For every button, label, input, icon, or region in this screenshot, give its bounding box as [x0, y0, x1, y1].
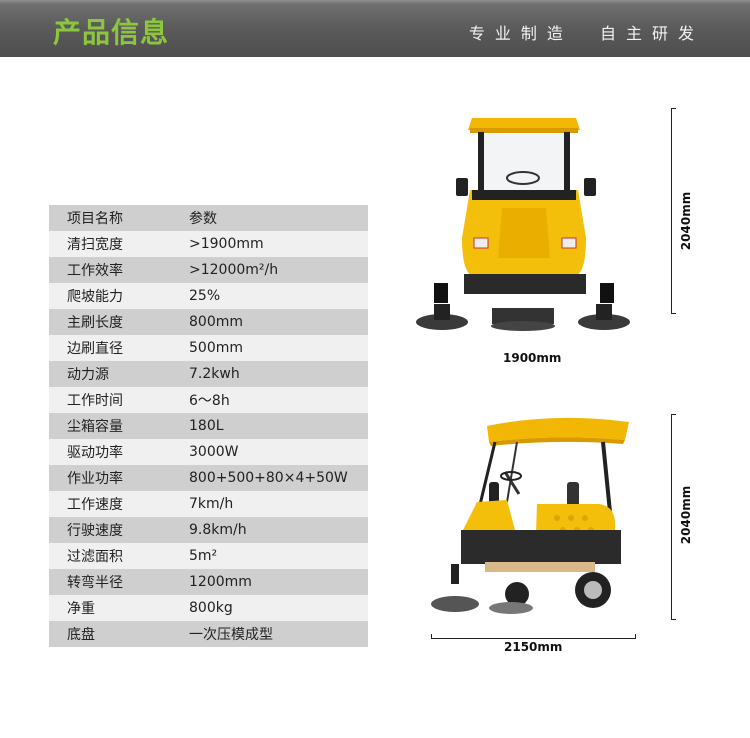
- table-row: 尘箱容量 180L: [49, 413, 368, 439]
- spec-value: 3000W: [189, 444, 239, 460]
- side-length-label: 2150mm: [504, 640, 563, 654]
- spec-label: 主刷长度: [67, 315, 123, 331]
- table-row: 驱动功率 3000W: [49, 439, 368, 465]
- spec-value: 一次压模成型: [189, 627, 273, 643]
- spec-label: 作业功率: [67, 471, 123, 487]
- side-height-label: 2040mm: [679, 485, 693, 545]
- spec-value: 7.2kwh: [189, 366, 240, 382]
- table-row: 动力源 7.2kwh: [49, 361, 368, 387]
- table-row: 爬坡能力 25%: [49, 283, 368, 309]
- spec-value: 5m²: [189, 548, 218, 564]
- side-length-dimension-line: [431, 634, 636, 639]
- spec-value: 500mm: [189, 340, 243, 356]
- table-row: 边刷直径 500mm: [49, 335, 368, 361]
- table-row: 净重 800kg: [49, 595, 368, 621]
- spec-value: 9.8km/h: [189, 522, 247, 538]
- page-header: 产品信息 专业制造 自主研发: [0, 0, 750, 57]
- spec-value: 6～8h: [189, 393, 230, 409]
- spec-label: 边刷直径: [67, 341, 123, 357]
- table-row: 过滤面积 5m²: [49, 543, 368, 569]
- spec-label: 工作速度: [67, 497, 123, 513]
- table-row: 清扫宽度 >1900mm: [49, 231, 368, 257]
- slogan-1: 专业制造: [468, 24, 573, 43]
- spec-label: 行驶速度: [67, 523, 123, 539]
- spec-value: 25%: [189, 288, 221, 304]
- spec-value: 180L: [189, 418, 224, 434]
- spec-value: 800+500+80×4+50W: [189, 470, 348, 486]
- header-slogan: 专业制造 自主研发: [457, 20, 704, 44]
- spec-value: 800kg: [189, 600, 233, 616]
- spec-label: 动力源: [67, 367, 109, 383]
- side-height-dimension-line: [671, 414, 676, 620]
- sweeper-front-image: [410, 108, 635, 340]
- spec-value: 800mm: [189, 314, 243, 330]
- page-title: 产品信息: [53, 16, 170, 49]
- spec-label: 驱动功率: [67, 445, 123, 461]
- table-row: 底盘 一次压模成型: [49, 621, 368, 647]
- spec-value: >1900mm: [189, 236, 264, 252]
- table-row: 工作时间 6～8h: [49, 387, 368, 413]
- spec-label: 工作效率: [67, 263, 123, 279]
- sweeper-side-image: [425, 412, 643, 630]
- table-header-row: 项目名称 参数: [49, 205, 368, 231]
- spec-value: 7km/h: [189, 496, 234, 512]
- spec-label: 过滤面积: [67, 549, 123, 565]
- table-row: 行驶速度 9.8km/h: [49, 517, 368, 543]
- table-row: 转弯半径 1200mm: [49, 569, 368, 595]
- spec-label: 清扫宽度: [67, 237, 123, 253]
- front-height-dimension-line: [671, 108, 676, 314]
- table-row: 工作效率 >12000m²/h: [49, 257, 368, 283]
- spec-value: 1200mm: [189, 574, 252, 590]
- spec-label: 尘箱容量: [67, 419, 123, 435]
- spec-label: 转弯半径: [67, 575, 123, 591]
- spec-table: 项目名称 参数 清扫宽度 >1900mm 工作效率 >12000m²/h 爬坡能力 25%…: [49, 205, 368, 647]
- table-row: 作业功率 800+500+80×4+50W: [49, 465, 368, 491]
- front-width-label: 1900mm: [503, 351, 562, 365]
- table-row: 工作速度 7km/h: [49, 491, 368, 517]
- spec-value: >12000m²/h: [189, 262, 279, 278]
- slogan-2: 自主研发: [599, 24, 704, 43]
- spec-label: 底盘: [67, 627, 95, 643]
- spec-label: 爬坡能力: [67, 289, 123, 305]
- spec-label: 工作时间: [67, 393, 123, 409]
- table-row: 主刷长度 800mm: [49, 309, 368, 335]
- spec-label: 净重: [67, 601, 95, 617]
- front-height-label: 2040mm: [679, 191, 693, 251]
- column-header-param: 参数: [189, 211, 217, 227]
- column-header-item: 项目名称: [67, 211, 123, 227]
